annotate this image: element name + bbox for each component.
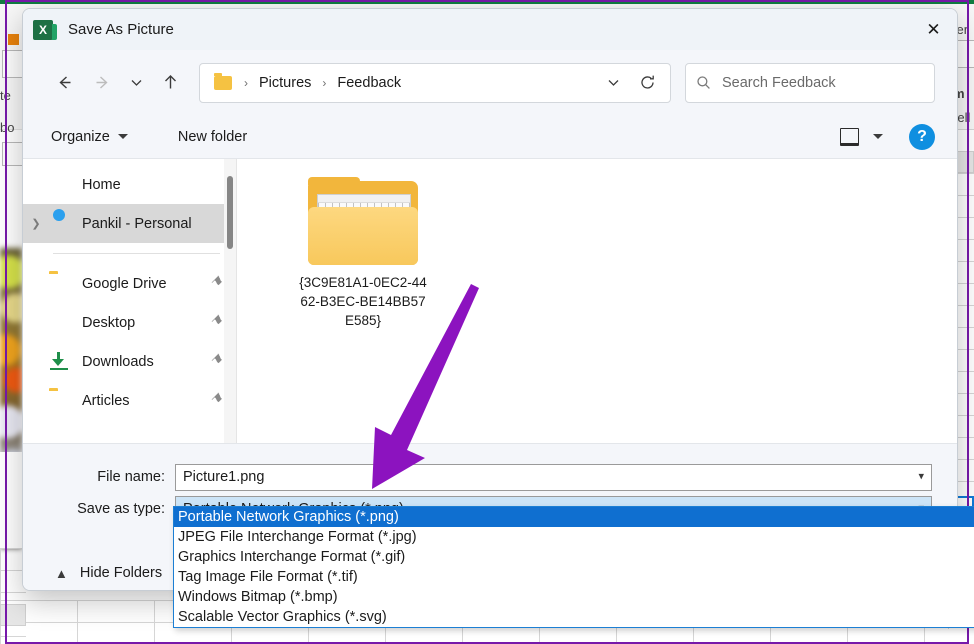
sidebar-item-downloads[interactable]: Downloads ⚑: [23, 342, 236, 381]
forward-button[interactable]: [83, 64, 121, 102]
dialog-title-bar: Save As Picture ✕: [23, 9, 957, 50]
view-layout-icon: [840, 127, 859, 146]
sidebar-item-home[interactable]: Home: [23, 165, 236, 204]
ribbon-fragment-left-1: te: [0, 88, 11, 103]
file-name-input[interactable]: [176, 463, 905, 491]
dropdown-option-svg[interactable]: Scalable Vector Graphics (*.svg): [174, 607, 974, 627]
sidebar-item-label: Downloads: [82, 353, 154, 370]
onedrive-cloud-icon: [49, 214, 73, 234]
dropdown-option-png[interactable]: Portable Network Graphics (*.png): [174, 507, 974, 527]
hide-folders-button[interactable]: ▲ Hide Folders: [49, 561, 168, 585]
background-white-panel: [0, 452, 24, 548]
chevron-down-icon: [873, 134, 883, 139]
desktop-icon: [49, 313, 73, 333]
dropdown-option-bmp[interactable]: Windows Bitmap (*.bmp): [174, 587, 974, 607]
navigation-sidebar: Home ❯ Pankil - Personal Google Drive ⚑: [23, 159, 236, 443]
ribbon-fragment-left-2: bo: [0, 120, 15, 135]
excel-icon: [33, 19, 57, 40]
hide-folders-label: Hide Folders: [79, 565, 163, 581]
chevron-down-icon[interactable]: ▾: [918, 471, 924, 483]
dropdown-option-jpg[interactable]: JPEG File Interchange Format (*.jpg): [174, 527, 974, 547]
sidebar-item-desktop[interactable]: Desktop ⚑: [23, 303, 236, 342]
file-name-label-text: File name:: [97, 469, 165, 485]
breadcrumb-separator-1: ›: [322, 75, 327, 90]
navigation-bar: › Pictures › Feedback: [23, 50, 957, 115]
search-icon: [686, 75, 720, 90]
recent-locations-button[interactable]: [121, 64, 151, 102]
help-icon[interactable]: ?: [909, 123, 935, 150]
sidebar-item-label: Google Drive: [82, 275, 167, 292]
file-list[interactable]: {3C9E81A1-0EC2-4462-B3EC-BE14BB57E585}: [236, 159, 957, 443]
sidebar-item-label: Pankil - Personal: [82, 215, 192, 232]
search-box[interactable]: [685, 62, 935, 103]
screen: te bo ser ele rm Cell Save As Picture ✕: [0, 0, 974, 644]
file-name-label: {3C9E81A1-0EC2-4462-B3EC-BE14BB57E585}: [299, 275, 427, 328]
download-icon: [49, 352, 73, 372]
sidebar-scrollbar[interactable]: [224, 159, 236, 443]
chevron-down-icon: [117, 134, 128, 139]
list-item[interactable]: {3C9E81A1-0EC2-4462-B3EC-BE14BB57E585}: [272, 171, 454, 336]
dialog-body: Home ❯ Pankil - Personal Google Drive ⚑: [23, 159, 957, 443]
file-name-combobox[interactable]: ▾: [175, 463, 932, 491]
dialog-title: Save As Picture: [68, 21, 174, 38]
organize-label: Organize: [51, 128, 110, 145]
chevron-down-icon[interactable]: [596, 64, 630, 102]
dropdown-option-tif[interactable]: Tag Image File Format (*.tif): [174, 567, 974, 587]
sidebar-item-articles[interactable]: Articles ⚑: [23, 381, 236, 420]
chevron-right-icon[interactable]: ❯: [23, 217, 49, 230]
file-name-row: File name: ▾: [23, 463, 957, 491]
save-as-picture-dialog: Save As Picture ✕: [22, 8, 958, 591]
dropdown-option-gif[interactable]: Graphics Interchange Format (*.gif): [174, 547, 974, 567]
ribbon-paste-icon: [8, 34, 19, 45]
new-folder-button[interactable]: New folder: [168, 123, 257, 151]
sidebar-item-label: Home: [82, 176, 121, 193]
breadcrumb-separator-0: ›: [244, 75, 248, 90]
folder-icon: [308, 177, 418, 265]
excel-row-header: [0, 604, 26, 626]
command-toolbar: Organize New folder ?: [23, 115, 957, 159]
sidebar-item-label: Articles: [82, 392, 130, 409]
address-bar[interactable]: › Pictures › Feedback: [199, 62, 671, 103]
up-button[interactable]: [151, 64, 189, 102]
save-as-type-label-text: Save as type:: [77, 501, 165, 517]
refresh-icon[interactable]: [630, 64, 664, 102]
search-input[interactable]: [720, 73, 914, 92]
sidebar-scrollbar-thumb[interactable]: [227, 176, 233, 249]
back-button[interactable]: [45, 64, 83, 102]
chevron-up-icon: ▲: [55, 565, 68, 581]
folder-icon: [49, 274, 73, 294]
organize-button[interactable]: Organize: [41, 123, 138, 151]
sidebar-divider: [53, 253, 220, 254]
save-as-type-dropdown-list[interactable]: Portable Network Graphics (*.png) JPEG F…: [173, 506, 974, 628]
view-options-button[interactable]: [832, 124, 891, 150]
close-icon[interactable]: ✕: [910, 9, 957, 50]
folder-icon: [214, 72, 232, 90]
breadcrumb-pictures[interactable]: Pictures: [256, 72, 314, 94]
sidebar-item-google-drive[interactable]: Google Drive ⚑: [23, 264, 236, 303]
folder-icon: [49, 391, 73, 411]
sidebar-item-pankil-personal[interactable]: ❯ Pankil - Personal: [23, 204, 236, 243]
home-icon: [49, 175, 73, 195]
new-folder-label: New folder: [177, 128, 248, 145]
sidebar-item-label: Desktop: [82, 314, 136, 331]
breadcrumb-feedback[interactable]: Feedback: [334, 72, 404, 94]
